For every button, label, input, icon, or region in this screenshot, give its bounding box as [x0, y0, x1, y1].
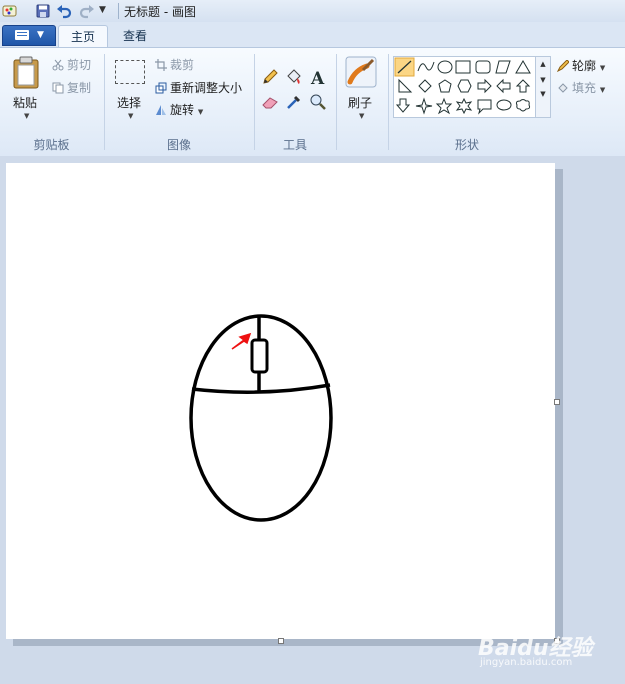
customize-chevron-icon[interactable]: ▼: [99, 5, 115, 21]
outline-button[interactable]: 轮廓 ▼: [557, 57, 605, 74]
clipboard-group: 粘贴 ▼ 剪切 复制 剪贴板: [0, 48, 103, 156]
tab-home[interactable]: 主页: [58, 25, 108, 48]
magnifier-icon[interactable]: [309, 93, 327, 111]
scissors-icon: [52, 59, 64, 71]
four-point-star-shape-icon: [415, 97, 433, 115]
undo-icon[interactable]: [56, 3, 72, 19]
crop-icon: [155, 59, 167, 71]
outline-label: 轮廓: [572, 59, 597, 73]
resize-label: 重新调整大小: [170, 81, 243, 95]
title-separator: [118, 3, 119, 19]
brushes-dropdown-icon[interactable]: ▼: [359, 112, 364, 120]
resize-handle-right[interactable]: [554, 399, 560, 405]
outline-icon: [557, 60, 569, 72]
svg-text:A: A: [310, 69, 325, 86]
text-icon[interactable]: A: [309, 68, 327, 86]
paste-icon[interactable]: [12, 56, 42, 90]
title-bar: ▼ 无标题 - 画图: [0, 0, 625, 23]
rotate-dropdown-icon[interactable]: ▼: [198, 108, 203, 116]
mouse-drawing: [189, 314, 333, 522]
rotate-icon: [156, 105, 166, 115]
cut-button[interactable]: 剪切: [52, 56, 91, 73]
brushes-button[interactable]: 刷子: [348, 94, 372, 111]
shapes-group-label: 形状: [454, 138, 479, 152]
file-menu-button[interactable]: ▼: [2, 25, 56, 46]
fill-bucket-icon[interactable]: [285, 68, 303, 86]
resize-handle-bottom[interactable]: [278, 638, 284, 644]
ribbon: 粘贴 ▼ 剪切 复制 剪贴板 选择 ▼ 裁剪 重新调整大小 旋转 ▼ 图像 A: [0, 47, 625, 157]
drawing-canvas[interactable]: [6, 163, 555, 639]
hexagon-shape-icon: [457, 79, 472, 93]
rotate-button[interactable]: 旋转 ▼: [155, 101, 203, 118]
six-point-star-shape-icon: [455, 97, 473, 115]
eraser-icon[interactable]: [261, 93, 279, 111]
copy-icon: [52, 82, 64, 94]
pencil-icon[interactable]: [261, 68, 279, 86]
shapes-scroll[interactable]: ▲ ▼ ▼: [535, 56, 551, 118]
image-group-label: 图像: [166, 138, 191, 152]
five-point-star-shape-icon: [435, 97, 453, 115]
expand-gallery-icon[interactable]: ▼: [536, 90, 550, 98]
scroll-up-icon[interactable]: ▲: [536, 60, 550, 68]
oval-callout-shape-icon: [496, 99, 512, 111]
red-arrow-icon: [231, 332, 252, 350]
clipboard-group-label: 剪贴板: [33, 138, 70, 152]
down-arrow-shape-icon: [395, 98, 411, 113]
menu-icon: [15, 30, 29, 40]
fill-icon: [558, 83, 568, 93]
mouse-button-divider: [191, 383, 331, 394]
cloud-callout-shape-icon: [515, 99, 531, 112]
brush-icon[interactable]: [345, 56, 377, 88]
triangle-shape-icon: [515, 60, 531, 74]
scroll-down-icon[interactable]: ▼: [536, 76, 550, 84]
copy-label: 复制: [67, 81, 92, 95]
shapes-icons: [394, 57, 531, 115]
rounded-callout-shape-icon: [477, 99, 492, 115]
resize-icon: [155, 82, 167, 94]
tab-view[interactable]: 查看: [111, 25, 159, 47]
resize-button[interactable]: 重新调整大小: [155, 79, 242, 96]
chevron-down-icon: ▼: [37, 30, 44, 40]
watermark-url: jingyan.baidu.com: [480, 657, 573, 668]
fill-button[interactable]: 填充 ▼: [557, 79, 605, 96]
tools-group: A 工具: [255, 48, 335, 156]
rectangle-shape-icon: [455, 60, 471, 74]
scroll-wheel: [250, 338, 269, 374]
redo-icon[interactable]: [79, 3, 95, 19]
tools-group-label: 工具: [282, 138, 307, 152]
select-button[interactable]: 选择: [117, 94, 141, 111]
up-arrow-shape-icon: [515, 79, 531, 93]
image-group: 选择 ▼ 裁剪 重新调整大小 旋转 ▼ 图像: [105, 48, 253, 156]
paste-dropdown-icon[interactable]: ▼: [24, 112, 29, 120]
select-icon[interactable]: [115, 60, 145, 84]
outline-dropdown-icon[interactable]: ▼: [600, 64, 605, 72]
paste-button[interactable]: 粘贴: [13, 94, 37, 111]
paint-app-icon[interactable]: [2, 3, 18, 19]
pentagon-shape-icon: [438, 79, 452, 93]
crop-label: 裁剪: [170, 58, 195, 72]
shapes-group: ▲ ▼ ▼ 轮廓 ▼ 填充 ▼ 形状: [389, 48, 625, 156]
right-triangle-shape-icon: [398, 78, 413, 93]
polygon-shape-icon: [495, 60, 511, 74]
fill-dropdown-icon[interactable]: ▼: [600, 86, 605, 94]
select-dropdown-icon[interactable]: ▼: [128, 112, 133, 120]
crop-button[interactable]: 裁剪: [155, 56, 194, 73]
rounded-rectangle-shape-icon: [475, 60, 491, 74]
shapes-gallery: [393, 56, 545, 118]
curve-shape-icon: [417, 61, 435, 72]
oval-shape-icon: [437, 60, 453, 74]
copy-button[interactable]: 复制: [52, 79, 91, 96]
color-picker-icon[interactable]: [285, 93, 303, 111]
rotate-label: 旋转: [170, 103, 195, 117]
left-arrow-shape-icon: [496, 78, 511, 94]
right-arrow-shape-icon: [477, 78, 492, 94]
ribbon-tabs: ▼ 主页 查看: [0, 22, 625, 48]
window-title: 无标题 - 画图: [124, 5, 196, 19]
diamond-shape-icon: [418, 79, 432, 93]
cut-label: 剪切: [67, 58, 92, 72]
save-icon[interactable]: [35, 3, 51, 19]
fill-label: 填充: [572, 81, 597, 95]
